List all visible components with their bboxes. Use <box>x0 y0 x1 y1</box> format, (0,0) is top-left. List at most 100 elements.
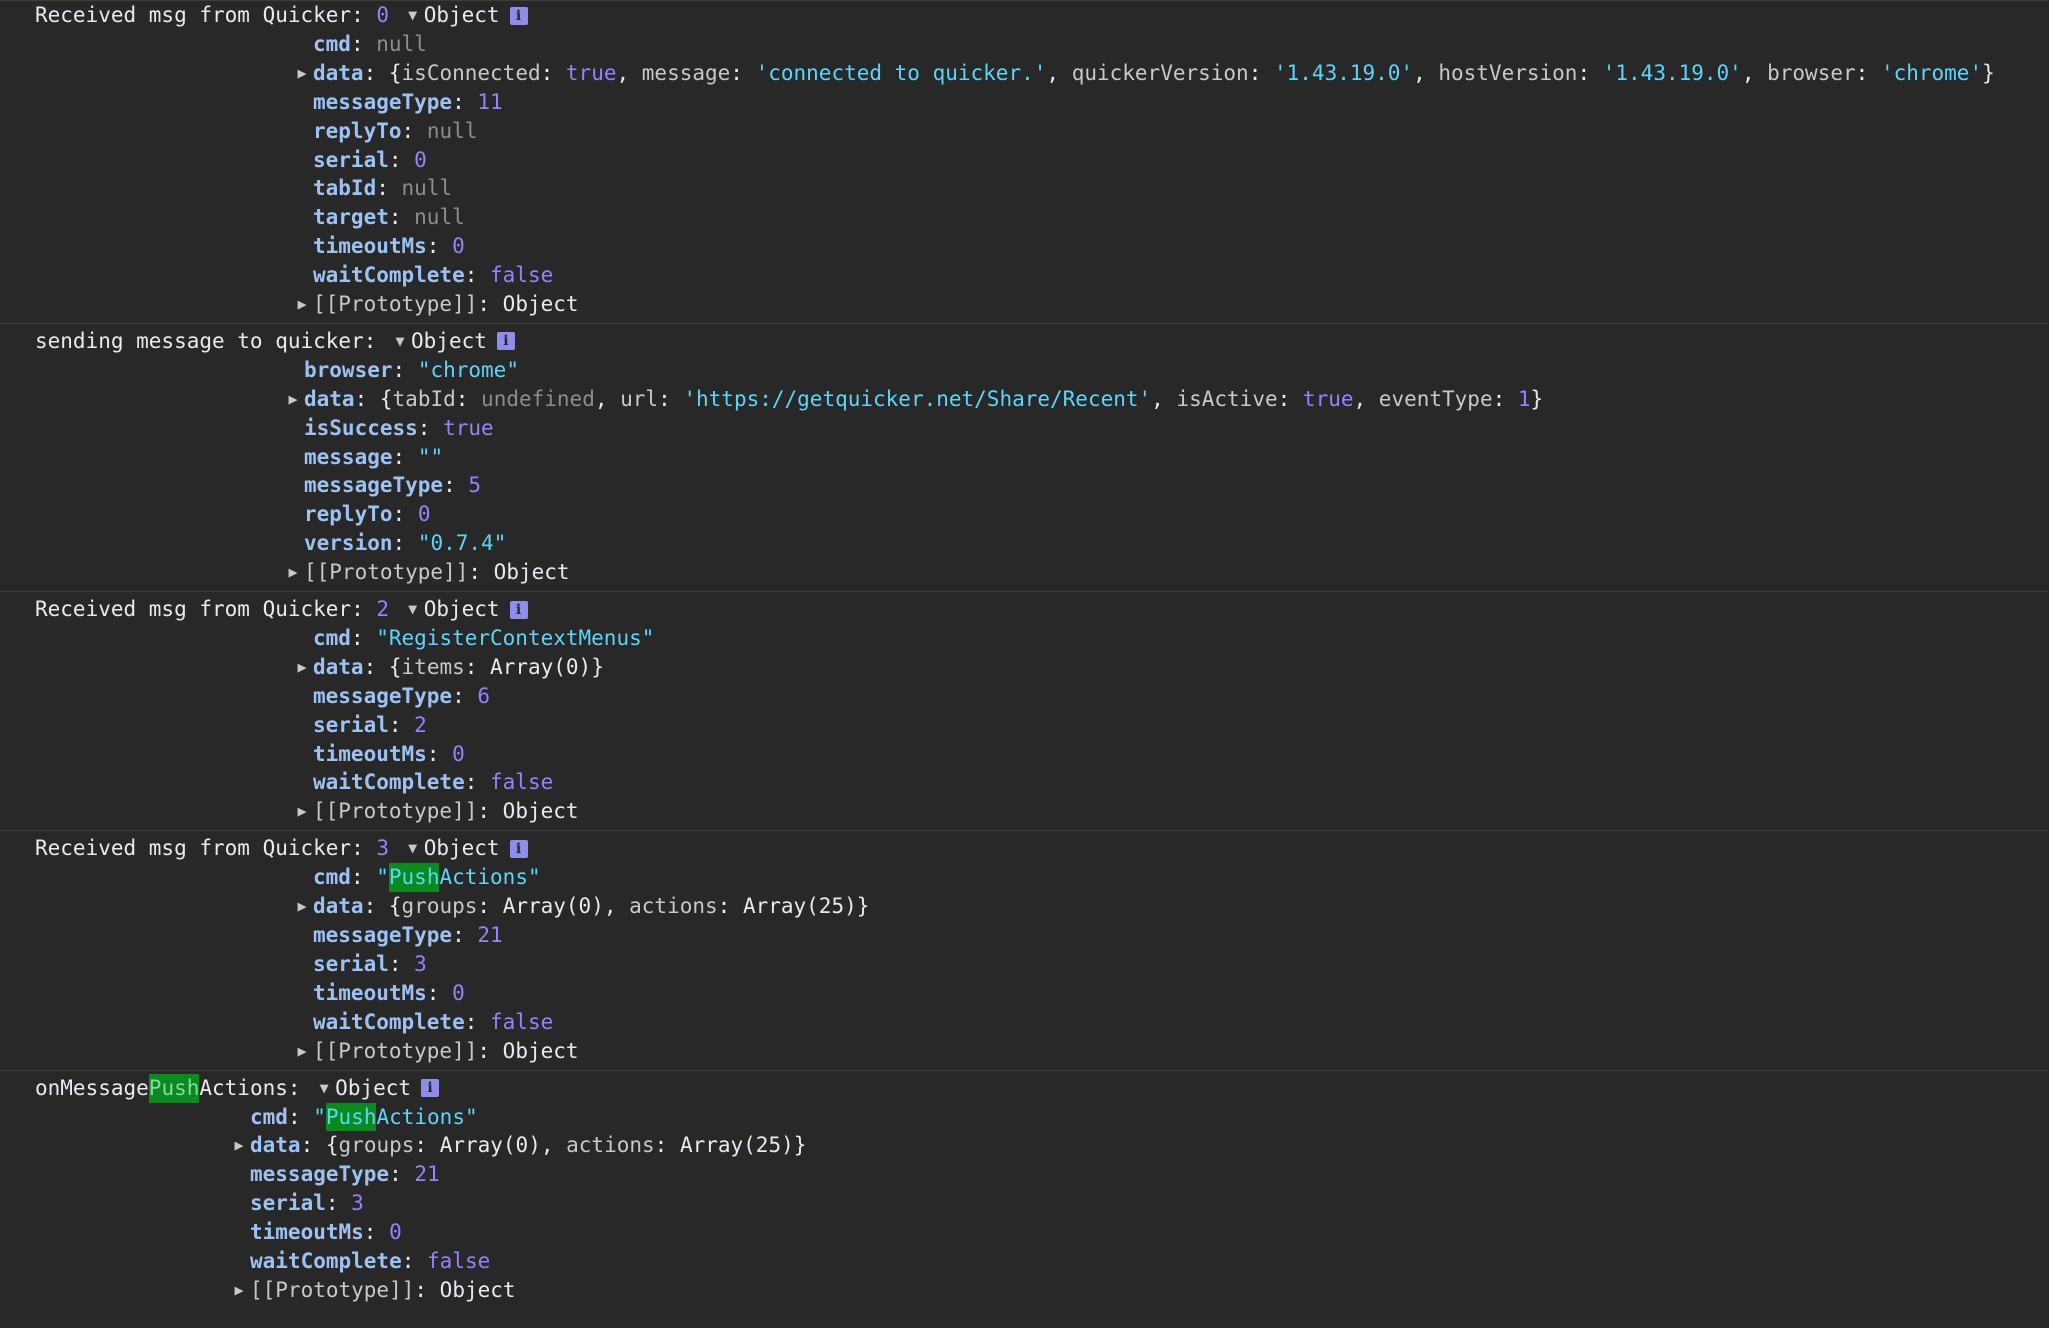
property-key: cmd <box>313 865 351 890</box>
triangle-right-icon[interactable]: ▶ <box>228 1131 250 1160</box>
console-message: onMessage Push Actions: ▼ Object i cmd: " Push… <box>0 1069 2049 1306</box>
colon: : <box>426 234 453 259</box>
property-row[interactable]: ▶ data: {tabId: undefined, url: 'https://… <box>282 385 2049 414</box>
colon: : <box>468 560 494 585</box>
object-preview-token: : <box>1855 60 1881 85</box>
triangle-down-icon[interactable]: ▼ <box>402 834 424 863</box>
prototype-key: [[Prototype]] <box>313 799 478 824</box>
object-preview-token: : <box>455 386 482 411</box>
property-row: serial: 3 <box>228 1189 2049 1218</box>
prototype-key: [[Prototype]] <box>313 1038 478 1063</box>
property-key: messageType <box>313 683 453 708</box>
colon: : <box>354 386 380 411</box>
object-properties: browser: "chrome" ▶ data: {tabId: undefine… <box>35 356 2049 587</box>
property-row[interactable]: ▶ data: {isConnected: true, message: 'con… <box>291 59 2049 88</box>
info-icon[interactable]: i <box>509 6 528 25</box>
triangle-right-icon[interactable]: ▶ <box>291 1037 313 1066</box>
object-preview-token: : <box>477 894 503 919</box>
colon: : <box>300 1133 326 1158</box>
object-toggle[interactable]: ▼ Object i <box>402 834 528 863</box>
property-row: cmd: null <box>291 30 2049 59</box>
colon: : <box>477 292 503 317</box>
property-row: serial: 2 <box>291 711 2049 740</box>
info-icon[interactable]: i <box>421 1079 440 1097</box>
colon: : <box>363 60 389 85</box>
property-value: "0.7.4" <box>417 531 507 556</box>
triangle-right-icon[interactable]: ▶ <box>291 59 313 88</box>
info-icon[interactable]: i <box>509 839 528 858</box>
info-icon[interactable]: i <box>496 332 515 351</box>
log-prefix-space <box>389 1 402 30</box>
property-key: timeoutMs <box>313 234 427 259</box>
object-label: Object <box>335 1075 412 1100</box>
triangle-right-icon[interactable]: ▶ <box>291 797 313 826</box>
prototype-row[interactable]: ▶ [[Prototype]]: Object <box>291 1037 2049 1066</box>
colon: : <box>426 741 453 766</box>
triangle-right-icon[interactable]: ▶ <box>282 385 304 414</box>
property-value: 6 <box>477 683 491 708</box>
object-preview-token: 'chrome' <box>1880 60 1983 85</box>
log-prefix-text: Received msg from Quicker: <box>35 597 377 622</box>
property-row: replyTo: 0 <box>282 500 2049 529</box>
triangle-down-icon[interactable]: ▼ <box>389 327 411 356</box>
object-toggle[interactable]: ▼ Object i <box>389 327 515 356</box>
object-preview-token: : <box>1248 60 1274 85</box>
object-preview-token: 'connected to quicker.' <box>755 60 1047 85</box>
object-preview-token: { <box>388 60 402 85</box>
triangle-down-icon[interactable]: ▼ <box>402 595 424 624</box>
property-value: Actions" <box>376 1104 478 1129</box>
prototype-row[interactable]: ▶ [[Prototype]]: Object <box>228 1276 2049 1305</box>
prototype-value: Object <box>493 560 570 585</box>
property-row: messageType: 6 <box>291 682 2049 711</box>
property-key: data <box>313 654 364 679</box>
triangle-right-icon[interactable]: ▶ <box>291 290 313 319</box>
property-key: version <box>304 531 393 556</box>
prototype-row[interactable]: ▶ [[Prototype]]: Object <box>291 290 2049 319</box>
triangle-down-icon[interactable]: ▼ <box>313 1074 335 1103</box>
object-preview-token: isConnected <box>401 60 541 85</box>
property-key: timeoutMs <box>313 980 427 1005</box>
triangle-right-icon[interactable]: ▶ <box>291 653 313 682</box>
property-key: serial <box>313 951 389 976</box>
property-row: timeoutMs: 0 <box>291 232 2049 261</box>
object-preview-token: undefined <box>481 386 595 411</box>
property-value: "RegisterContextMenus" <box>376 626 655 651</box>
colon: : <box>452 683 478 708</box>
property-key: serial <box>313 712 389 737</box>
info-icon[interactable]: i <box>509 600 528 619</box>
property-key: timeoutMs <box>313 741 427 766</box>
triangle-right-icon[interactable]: ▶ <box>291 892 313 921</box>
object-preview-token: groups <box>401 894 478 919</box>
property-value: "" <box>417 444 444 469</box>
property-key: waitComplete <box>313 770 465 795</box>
property-key: data <box>250 1133 301 1158</box>
object-preview-token: , <box>616 60 642 85</box>
property-row[interactable]: ▶ data: {groups: Array(0), actions: Array… <box>291 892 2049 921</box>
triangle-right-icon[interactable]: ▶ <box>282 558 304 587</box>
colon: : <box>388 147 415 172</box>
colon: : <box>464 263 491 288</box>
property-row: message: "" <box>282 443 2049 472</box>
prototype-row[interactable]: ▶ [[Prototype]]: Object <box>291 797 2049 826</box>
search-highlight: Push <box>325 1102 377 1132</box>
object-toggle[interactable]: ▼ Object i <box>313 1074 440 1103</box>
prototype-row[interactable]: ▶ [[Prototype]]: Object <box>282 558 2049 587</box>
object-toggle[interactable]: ▼ Object i <box>402 1 528 30</box>
object-label: Object <box>423 836 500 861</box>
property-row[interactable]: ▶ data: {items: Array(0)} <box>291 653 2049 682</box>
property-row[interactable]: ▶ data: {groups: Array(0), actions: Array… <box>228 1131 2049 1160</box>
property-row: version: "0.7.4" <box>282 529 2049 558</box>
colon: : <box>443 473 469 498</box>
log-prefix-text: sending message to quicker: <box>35 328 390 353</box>
object-preview-token: true <box>1302 386 1354 411</box>
object-toggle[interactable]: ▼ Object i <box>402 595 528 624</box>
message-header: sending message to quicker: ▼ Object i <box>35 327 2049 356</box>
colon: : <box>325 1191 352 1216</box>
triangle-down-icon[interactable]: ▼ <box>402 1 424 30</box>
property-value: null <box>401 176 453 201</box>
triangle-right-icon[interactable]: ▶ <box>228 1276 250 1305</box>
property-value: Actions" <box>439 865 541 890</box>
property-key: tabId <box>313 176 377 201</box>
log-prefix-space <box>389 834 402 863</box>
object-preview-token: items <box>401 654 465 679</box>
